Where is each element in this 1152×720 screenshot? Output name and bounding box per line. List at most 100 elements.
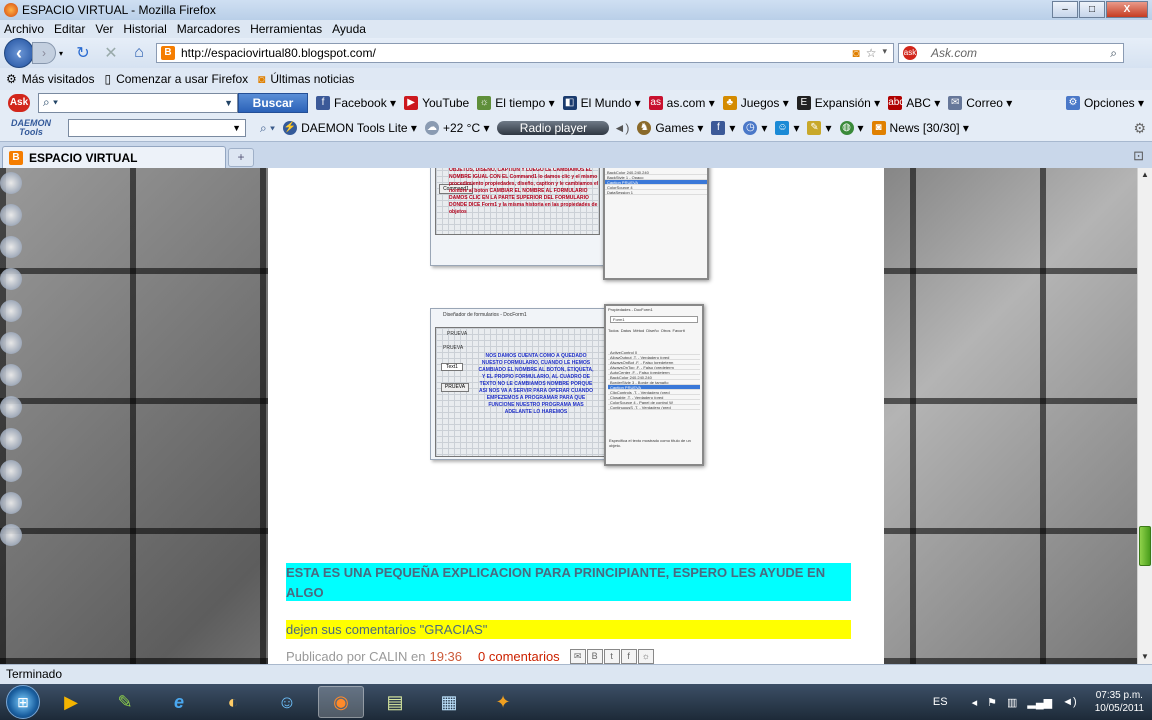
- folder-icon[interactable]: ▤: [372, 686, 418, 718]
- radio-volume-icon[interactable]: ◄): [613, 121, 629, 135]
- radio-player-button[interactable]: Radio player: [497, 121, 610, 135]
- post-image-1[interactable]: Command1 OBJETOS, DISEÑO, CAPTION Y LUEG…: [430, 168, 608, 266]
- chevron-down-icon[interactable]: ▼: [224, 98, 233, 108]
- gadget-icon[interactable]: [0, 364, 22, 386]
- vertical-scrollbar[interactable]: ▲ ▼: [1137, 168, 1152, 664]
- volume-icon[interactable]: ◄): [1062, 696, 1077, 708]
- post-timestamp[interactable]: 19:36: [429, 649, 462, 664]
- clock[interactable]: 07:35 p.m. 10/05/2011: [1095, 689, 1144, 715]
- daemon-tools-logo[interactable]: DAEMON Tools: [8, 119, 54, 137]
- signal-icon[interactable]: ▂▄▆: [1027, 696, 1052, 709]
- scroll-up-icon[interactable]: ▲: [1138, 168, 1152, 182]
- start-button[interactable]: ⊞: [6, 685, 40, 719]
- gadget-icon[interactable]: [0, 524, 22, 546]
- toolbar-globe[interactable]: ◍ ▾: [839, 121, 864, 135]
- rss-icon[interactable]: ◙: [852, 46, 859, 60]
- internet-explorer-icon[interactable]: e: [156, 686, 202, 718]
- toolbar-games[interactable]: ♞ Games ▾: [637, 121, 703, 135]
- gadget-icon[interactable]: [0, 396, 22, 418]
- toolbar-daemon-lite[interactable]: ⚡ DAEMON Tools Lite ▾: [283, 121, 417, 135]
- toolbar-abc[interactable]: abc ABC ▾: [888, 95, 940, 110]
- toolbar-messenger[interactable]: ☺ ▾: [775, 121, 799, 135]
- close-button[interactable]: X: [1106, 1, 1148, 18]
- gadget-icon[interactable]: [0, 204, 22, 226]
- menu-ver[interactable]: Ver: [95, 22, 113, 36]
- menu-herramientas[interactable]: Herramientas: [250, 22, 322, 36]
- notepad-icon[interactable]: ▦: [426, 686, 472, 718]
- url-dropdown-icon[interactable]: ▾: [882, 46, 887, 60]
- gadget-icon[interactable]: [0, 172, 22, 194]
- messenger-icon[interactable]: ☺: [264, 686, 310, 718]
- toolbar-expansion[interactable]: E Expansión ▾: [796, 95, 880, 110]
- facebook-icon[interactable]: f: [620, 648, 637, 664]
- gadget-icon[interactable]: [0, 460, 22, 482]
- toolbar-notes[interactable]: ✎ ▾: [807, 121, 832, 135]
- comments-link[interactable]: 0 comentarios: [478, 649, 560, 664]
- toolbar-youtube[interactable]: ▶ YouTube: [404, 95, 469, 110]
- blog-this-icon[interactable]: B: [586, 648, 603, 664]
- toolbar-news[interactable]: ◙ News [30/30] ▾: [871, 121, 969, 135]
- close-tab-icon[interactable]: ⊡: [1133, 148, 1144, 164]
- tab-espacio-virtual[interactable]: B ESPACIO VIRTUAL: [2, 146, 226, 169]
- home-icon[interactable]: ⌂: [128, 42, 150, 64]
- ask-search-input[interactable]: ⌕ ▾ ▼: [38, 92, 238, 113]
- minimize-button[interactable]: –: [1052, 1, 1078, 18]
- media-player-icon[interactable]: ▶: [48, 686, 94, 718]
- bookmark-ultimas-noticias[interactable]: ◙ Últimas noticias: [258, 72, 354, 86]
- network-icon[interactable]: ▥: [1007, 696, 1017, 709]
- paint-palette-icon[interactable]: ◐: [210, 686, 256, 718]
- paint-icon[interactable]: ✎: [102, 686, 148, 718]
- search-icon[interactable]: ⌕: [1110, 46, 1117, 61]
- toolbar-as[interactable]: as as.com ▾: [648, 95, 715, 110]
- back-button[interactable]: ‹: [4, 38, 34, 68]
- show-hidden-icons-icon[interactable]: ◂: [972, 696, 978, 709]
- toolbar-settings[interactable]: ⚙: [1133, 120, 1146, 137]
- bookmark-mas-visitados[interactable]: ⚙ Más visitados: [6, 72, 94, 86]
- gadget-icon[interactable]: [0, 236, 22, 258]
- toolbar-clock[interactable]: ◷ ▾: [743, 121, 767, 135]
- toolbar-el-tiempo[interactable]: ☼ El tiempo ▾: [477, 95, 555, 110]
- menu-editar[interactable]: Editar: [54, 22, 85, 36]
- buzz-icon[interactable]: ☼: [637, 648, 654, 664]
- toolbar-facebook[interactable]: f Facebook ▾: [316, 95, 396, 110]
- daemon-search-icon[interactable]: ⌕ ▾: [260, 121, 275, 136]
- post-image-2[interactable]: Diseñador de formularios - DocForm1 PRUE…: [430, 308, 608, 460]
- twitter-icon[interactable]: t: [603, 648, 620, 664]
- ask-logo[interactable]: Ask: [8, 93, 30, 112]
- language-indicator[interactable]: ES: [933, 696, 948, 708]
- history-dropdown-icon[interactable]: ▾: [56, 42, 66, 64]
- flag-icon[interactable]: ⚑: [987, 696, 997, 709]
- gadget-icon[interactable]: [0, 300, 22, 322]
- gadget-icon[interactable]: [0, 332, 22, 354]
- gadget-icon[interactable]: [0, 428, 22, 450]
- toolbar-opciones[interactable]: ⚙ Opciones ▾: [1065, 95, 1144, 110]
- firefox-icon[interactable]: ◉: [318, 686, 364, 718]
- stop-icon[interactable]: ✕: [100, 42, 122, 64]
- url-bar[interactable]: B http://espaciovirtual80.blogspot.com/ …: [156, 43, 894, 63]
- daemon-search-select[interactable]: ▼: [68, 119, 246, 137]
- menu-historial[interactable]: Historial: [123, 22, 166, 36]
- forward-button[interactable]: ›: [32, 42, 56, 64]
- games-icon: ♣: [722, 95, 737, 110]
- menu-archivo[interactable]: Archivo: [4, 22, 44, 36]
- search-input[interactable]: ask Ask.com ⌕: [898, 43, 1124, 63]
- toolbar-juegos[interactable]: ♣ Juegos ▾: [722, 95, 789, 110]
- gadget-icon[interactable]: [0, 268, 22, 290]
- buscar-button[interactable]: Buscar: [238, 92, 308, 113]
- bookmark-star-icon[interactable]: ☆: [866, 46, 877, 60]
- toolbar-el-mundo[interactable]: ◧ El Mundo ▾: [562, 95, 641, 110]
- menu-marcadores[interactable]: Marcadores: [177, 22, 240, 36]
- gadget-icon[interactable]: [0, 492, 22, 514]
- maximize-button[interactable]: □: [1079, 1, 1105, 18]
- new-tab-button[interactable]: +: [228, 148, 254, 167]
- reload-icon[interactable]: ↻: [72, 42, 94, 64]
- toolbar-weather[interactable]: ☁ +22 °C ▾: [424, 121, 489, 135]
- scrollbar-thumb[interactable]: [1139, 526, 1151, 566]
- scroll-down-icon[interactable]: ▼: [1138, 650, 1152, 664]
- toolbar-correo[interactable]: ✉ Correo ▾: [948, 95, 1012, 110]
- bookmark-comenzar[interactable]: ▯ Comenzar a usar Firefox: [104, 72, 248, 86]
- menu-ayuda[interactable]: Ayuda: [332, 22, 366, 36]
- foxpro-icon[interactable]: ✦: [480, 686, 526, 718]
- email-icon[interactable]: ✉: [569, 648, 586, 664]
- toolbar-facebook-small[interactable]: f ▾: [711, 121, 735, 135]
